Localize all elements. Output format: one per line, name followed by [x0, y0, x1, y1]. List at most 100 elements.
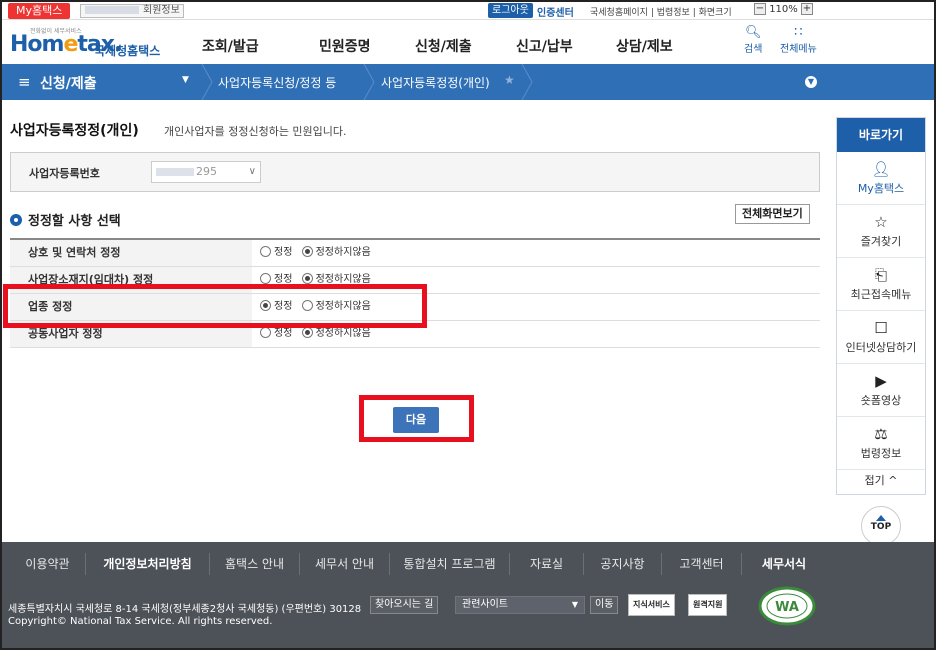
was-certification-logo: WA — [758, 586, 816, 626]
footer-address: 세종특별자치시 국세청로 8-14 국세청(정부세종2청사 국세청동) (우편번… — [8, 604, 362, 615]
quick-menu: 바로가기 👤︎ My홈택스 ☆ 즐겨찾기 ⎗ 최근접속메뉴 ☐ 인터넷상담하기 … — [836, 117, 926, 495]
footer-link-office-guide[interactable]: 세무서 안내 — [300, 553, 390, 575]
masked-biz-number — [156, 168, 194, 176]
myhometax-tab[interactable]: My홈택스 — [8, 3, 71, 19]
biz-number-label: 사업자등록번호 — [29, 167, 100, 180]
radio-no-correct[interactable] — [301, 327, 313, 338]
knowledge-service-badge[interactable]: 지식서비스 — [628, 594, 675, 616]
top-label: TOP — [870, 522, 892, 532]
fullscreen-button[interactable]: 전체화면보기 — [735, 204, 810, 224]
quick-item-label: 법령정보 — [860, 447, 902, 460]
zoom-in-button[interactable]: + — [800, 3, 813, 15]
zoom-out-button[interactable]: − — [754, 3, 766, 15]
related-sites-select[interactable]: 관련사이트 ▼ — [455, 596, 585, 614]
highlight-box-next — [359, 395, 474, 442]
breadcrumb-separator-icon — [363, 64, 375, 100]
radio-no-correct-label: 정정하지않음 — [315, 328, 371, 339]
quick-item-shortform[interactable]: ▶︎ 숏폼영상 — [837, 364, 925, 417]
biz-number-panel: 사업자등록번호 295 ∨ — [10, 152, 820, 192]
footer-copyright: Copyright© National Tax Service. All rig… — [8, 616, 273, 627]
quick-item-label: 최근접속메뉴 — [850, 288, 912, 301]
utility-links[interactable]: 국세청홈페이지 | 법령정보 | 화면크기 — [590, 5, 732, 18]
zoom-level: 110% — [769, 4, 798, 15]
move-button[interactable]: 이동 — [590, 596, 619, 614]
cert-center-link[interactable]: 인증센터 — [537, 4, 574, 19]
recent-icon: ⎗ — [874, 266, 887, 284]
all-menu-label: 전체메뉴 — [780, 44, 817, 55]
quick-item-label: 숏폼영상 — [860, 394, 902, 407]
breadcrumb-separator-icon — [521, 64, 533, 100]
page-title: 사업자등록정정(개인) — [10, 123, 139, 139]
gnb-item-report[interactable]: 신고/납부 — [516, 36, 573, 56]
user-info[interactable]: 회원정보 — [80, 4, 184, 18]
search-button[interactable]: 🔍︎ 검색 — [744, 25, 763, 56]
all-menu-button[interactable]: ∷ 전체메뉴 — [780, 25, 817, 56]
find-way-button[interactable]: 찾아오시는 길 — [370, 596, 439, 614]
radio-no-correct[interactable] — [301, 246, 313, 257]
star-icon: ☆ — [874, 213, 888, 231]
favorite-star-icon[interactable]: ★ — [504, 73, 515, 87]
breadcrumb-level1[interactable]: 신청/제출 — [40, 73, 97, 93]
was-logo-text: WA — [775, 600, 799, 615]
biz-number-value: 295 — [196, 165, 217, 178]
quick-item-label: 인터넷상담하기 — [845, 341, 917, 354]
logo-korean: 국세청홈택스 — [94, 44, 161, 58]
dropdown-triangle-icon[interactable]: ▼ — [182, 75, 189, 85]
screenshot-frame: My홈택스 회원정보 로그아웃 인증센터 국세청홈페이지 | 법령정보 | 화면… — [0, 0, 936, 650]
gnb-item-certificate[interactable]: 민원증명 — [319, 36, 371, 56]
footer-nav: 이용약관 개인정보처리방침 홈택스 안내 세무서 안내 통합설치 프로그램 자료… — [2, 542, 934, 586]
grid-icon: ∷ — [794, 25, 803, 40]
gavel-icon: ⚖︎ — [874, 425, 888, 443]
option-label: 상호 및 연락처 정정 — [10, 240, 252, 266]
biz-number-select[interactable]: 295 ∨ — [151, 161, 261, 183]
breadcrumb: ≡ 신청/제출 ▼ 사업자등록신청/정정 등 사업자등록정정(개인) ★ ▼ — [2, 64, 934, 100]
radio-correct-label: 정정 — [274, 328, 293, 339]
quick-menu-title: 바로가기 — [837, 118, 925, 152]
remote-support-badge[interactable]: 원격지원 — [688, 594, 728, 616]
bullet-icon — [10, 214, 22, 226]
footer-link-archive[interactable]: 자료실 — [510, 553, 584, 575]
chevron-down-icon: ∨ — [248, 166, 256, 177]
masked-username — [85, 6, 139, 14]
search-icon: 🔍︎ — [744, 25, 762, 40]
radio-correct[interactable] — [260, 273, 271, 284]
footer-link-notice[interactable]: 공지사항 — [584, 553, 662, 575]
gnb-item-lookup[interactable]: 조회/발급 — [202, 36, 259, 56]
quick-item-recent[interactable]: ⎗ 최근접속메뉴 — [837, 258, 925, 311]
related-sites-label: 관련사이트 — [462, 599, 508, 610]
radio-no-correct[interactable] — [301, 273, 313, 284]
breadcrumb-level2[interactable]: 사업자등록신청/정정 등 — [218, 74, 336, 91]
breadcrumb-level3[interactable]: 사업자등록정정(개인) — [381, 74, 490, 91]
quick-item-label: My홈택스 — [857, 182, 905, 195]
footer-link-privacy[interactable]: 개인정보처리방침 — [86, 553, 210, 575]
site-header: 전화없이 세무서비스 Hometax. 국세청홈택스 조회/발급 민원증명 신청… — [2, 20, 934, 64]
footer-info: 세종특별자치시 국세청로 8-14 국세청(정부세종2청사 국세청동) (우편번… — [2, 586, 934, 648]
quick-item-myhometax[interactable]: 👤︎ My홈택스 — [837, 152, 925, 205]
quick-item-consult[interactable]: ☐ 인터넷상담하기 — [837, 311, 925, 364]
radio-correct[interactable] — [260, 246, 271, 257]
play-icon: ▶︎ — [875, 372, 887, 390]
footer-link-hometax-guide[interactable]: 홈택스 안내 — [210, 553, 300, 575]
fold-button[interactable]: 접기 ^ — [837, 470, 925, 494]
utility-bar: My홈택스 회원정보 로그아웃 인증센터 국세청홈페이지 | 법령정보 | 화면… — [2, 2, 934, 20]
quick-item-law[interactable]: ⚖︎ 법령정보 — [837, 417, 925, 470]
footer-link-terms[interactable]: 이용약관 — [10, 553, 86, 575]
chevron-down-icon[interactable]: ▼ — [805, 76, 817, 88]
search-label: 검색 — [744, 44, 763, 55]
scroll-top-button[interactable]: TOP — [861, 506, 901, 546]
person-icon: 👤︎ — [871, 160, 891, 178]
breadcrumb-separator-icon — [201, 64, 213, 100]
footer-link-install[interactable]: 통합설치 프로그램 — [390, 553, 510, 575]
option-radios: 정정 정정하지않음 — [260, 240, 371, 266]
logout-button[interactable]: 로그아웃 — [488, 3, 533, 18]
quick-item-label: 즐겨찾기 — [860, 235, 902, 248]
footer-link-forms[interactable]: 세무서식 — [742, 553, 826, 575]
radio-no-correct-label: 정정하지않음 — [315, 247, 371, 258]
gnb-item-consult[interactable]: 상담/제보 — [616, 36, 673, 56]
footer-link-customer[interactable]: 고객센터 — [662, 553, 742, 575]
highlight-box-option — [3, 284, 427, 328]
quick-item-favorites[interactable]: ☆ 즐겨찾기 — [837, 205, 925, 258]
radio-correct[interactable] — [260, 327, 271, 338]
gnb-item-apply[interactable]: 신청/제출 — [415, 36, 472, 56]
hamburger-icon[interactable]: ≡ — [18, 73, 31, 91]
